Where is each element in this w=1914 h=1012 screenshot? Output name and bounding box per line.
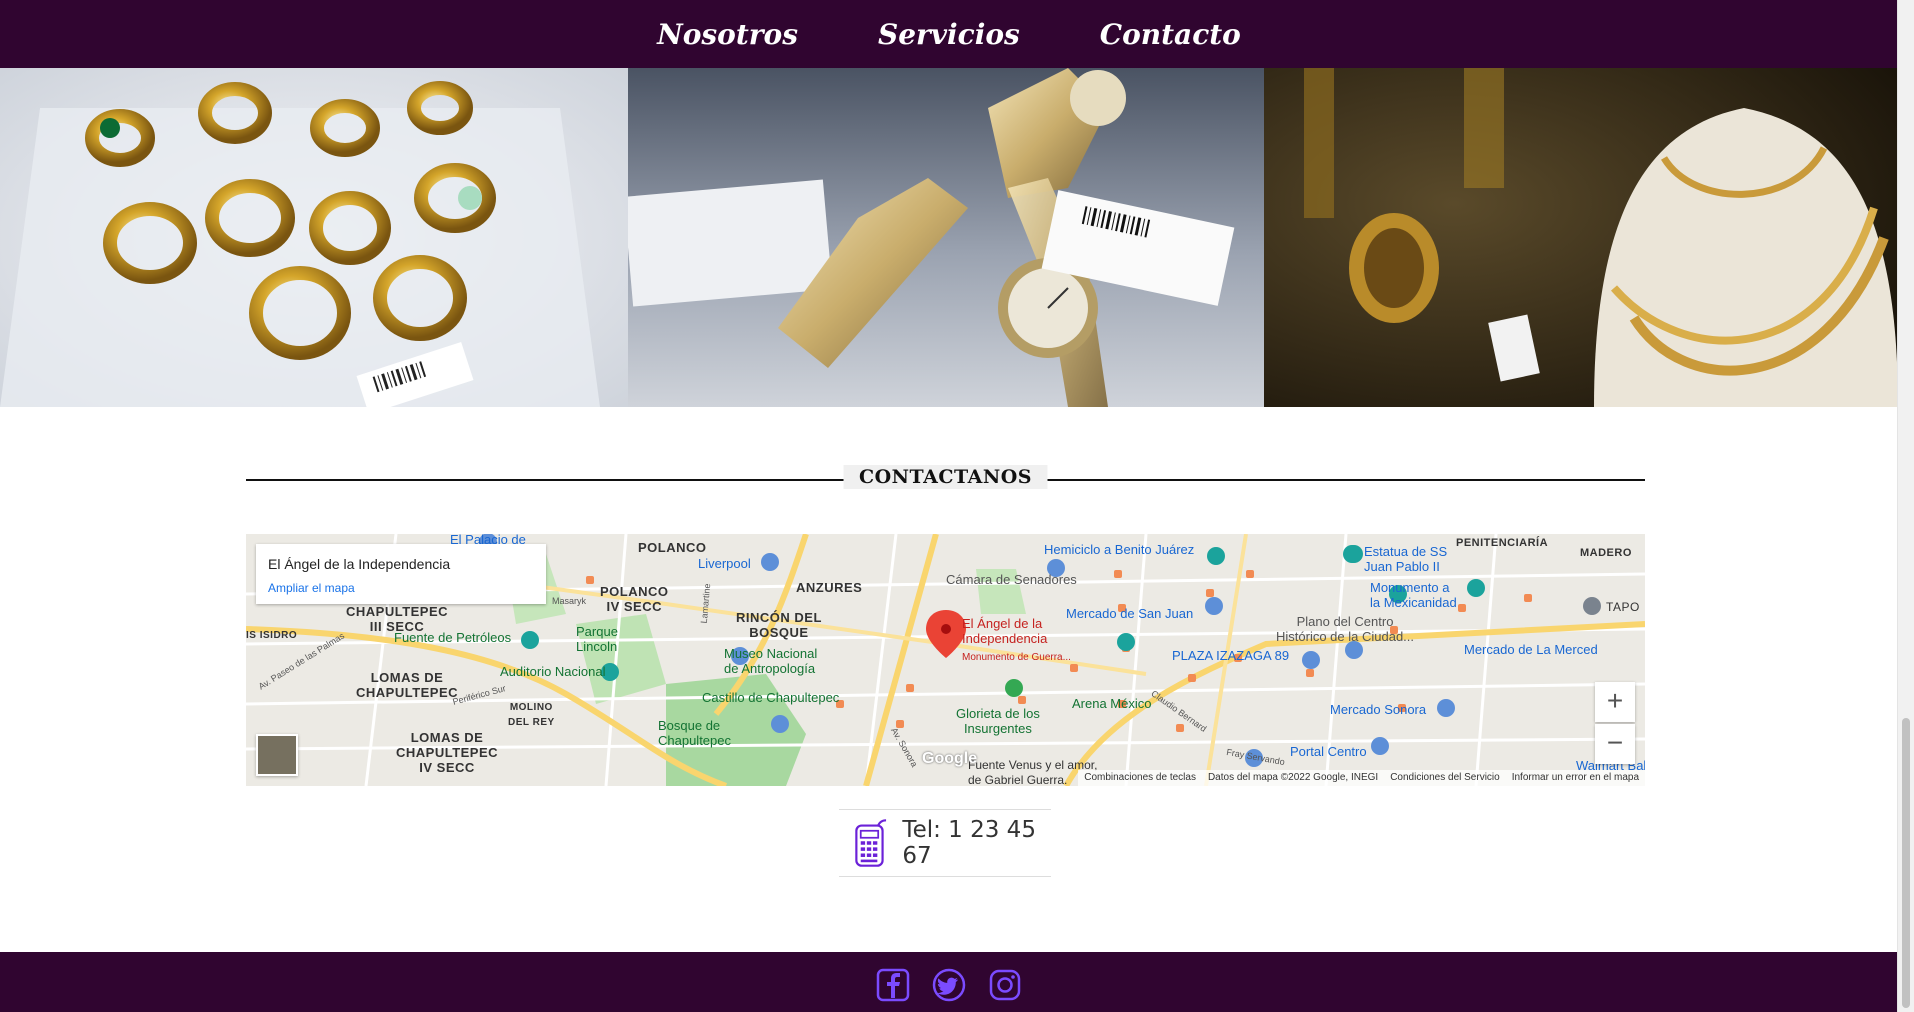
map-label: Hemiciclo a Benito Juárez	[1044, 542, 1195, 557]
map-label: Castillo de Chapultepec	[702, 690, 840, 705]
google-logo: Google	[922, 750, 978, 767]
map-label: Glorieta de los Insurgentes	[956, 706, 1040, 736]
map-label: ANZURES	[796, 580, 863, 595]
map-label: Estatua de SS Juan Pablo II	[1364, 544, 1448, 574]
map-label: El Palacio de	[450, 534, 526, 547]
terms-link[interactable]: Condiciones del Servicio	[1390, 770, 1500, 786]
map-label: Liverpool	[698, 556, 751, 571]
map-label: IS ISIDRO	[246, 630, 298, 641]
nav-link-nosotros[interactable]: Nosotros	[657, 18, 798, 51]
map-label: LOMAS DE CHAPULTEPEC	[356, 670, 459, 700]
map-label: Plano del Centro Histórico de la Ciudad.…	[1276, 614, 1415, 644]
map-label: Portal Centro	[1290, 744, 1367, 759]
nav-link-servicios[interactable]: Servicios	[878, 18, 1020, 51]
phone-number: Tel: 1 23 45 67	[902, 817, 1036, 869]
map-label: RINCÓN DEL BOSQUE	[736, 610, 822, 640]
map-info-card: El Ángel de la Independencia Ampliar el …	[256, 544, 546, 604]
map-label: Mercado de La Merced	[1464, 642, 1598, 657]
map-label: Parque Lincoln	[576, 624, 618, 654]
page: Nosotros Servicios Contacto CONTACTANOS …	[0, 0, 1898, 1012]
enlarge-map-link[interactable]: Ampliar el mapa	[268, 581, 355, 595]
map-label: Masaryk	[552, 596, 587, 606]
map-label: Monumento a la Mexicanidad	[1370, 580, 1457, 610]
watches-photo	[628, 68, 1264, 407]
contact-section-header: CONTACTANOS	[246, 462, 1645, 492]
zoom-in-button[interactable]: +	[1595, 682, 1635, 722]
necklace-photo	[1264, 68, 1898, 407]
map-label: MOLINO DEL REY	[508, 702, 555, 728]
map-label: Cámara de Senadores	[946, 572, 1077, 587]
map-place-title: El Ángel de la Independencia	[268, 556, 451, 572]
top-navigation: Nosotros Servicios Contacto	[0, 0, 1898, 68]
phone-contact: Tel: 1 23 45 67	[839, 809, 1051, 877]
map-label: Monumento de Guerra...	[962, 652, 1071, 663]
embedded-map[interactable]: El Ángel de la Independencia Ampliar el …	[246, 534, 1645, 786]
map-label: Bosque de Chapultepec	[658, 718, 731, 748]
map-label: POLANCO IV SECC	[600, 584, 669, 614]
vertical-scrollbar[interactable]	[1897, 0, 1914, 1012]
map-label: Auditorio Nacional	[500, 664, 606, 679]
map-label: Museo Nacional de Antropología	[724, 646, 818, 676]
map-label: Fuente de Petróleos	[394, 630, 512, 645]
map-label: MADERO	[1580, 547, 1632, 559]
scrollbar-thumb[interactable]	[1902, 718, 1910, 1008]
social-links	[876, 968, 1022, 1002]
satellite-toggle[interactable]	[256, 734, 298, 776]
footer	[0, 952, 1898, 1012]
zoom-out-button[interactable]: −	[1595, 724, 1635, 764]
map-label: PLAZA IZAZAGA 89	[1172, 648, 1290, 663]
rings-photo	[0, 68, 628, 407]
facebook-icon[interactable]	[876, 968, 910, 1002]
keyboard-shortcuts-link[interactable]: Combinaciones de teclas	[1084, 770, 1196, 786]
instagram-icon[interactable]	[988, 968, 1022, 1002]
map-label: Arena México	[1072, 696, 1152, 711]
map-label: TAPO	[1606, 600, 1640, 614]
map-label: LOMAS DE CHAPULTEPEC IV SECC	[396, 730, 499, 775]
phone-icon	[855, 819, 887, 867]
section-title: CONTACTANOS	[843, 465, 1048, 489]
nav-link-contacto[interactable]: Contacto	[1100, 18, 1241, 51]
map-label: PENITENCIARÍA	[1456, 537, 1549, 549]
map-label: POLANCO	[638, 540, 707, 555]
map-data-credit: Datos del mapa ©2022 Google, INEGI	[1207, 772, 1379, 783]
twitter-icon[interactable]	[932, 968, 966, 1002]
report-error-link[interactable]: Informar un error en el mapa	[1512, 770, 1639, 786]
photo-gallery	[0, 68, 1898, 407]
map-label: Mercado de San Juan	[1066, 606, 1194, 621]
map-attribution: Combinaciones de teclas Datos del mapa ©…	[1078, 770, 1645, 786]
map-label: Mercado Sonora	[1330, 702, 1427, 717]
map-label: El Ángel de la Independencia	[962, 616, 1048, 646]
